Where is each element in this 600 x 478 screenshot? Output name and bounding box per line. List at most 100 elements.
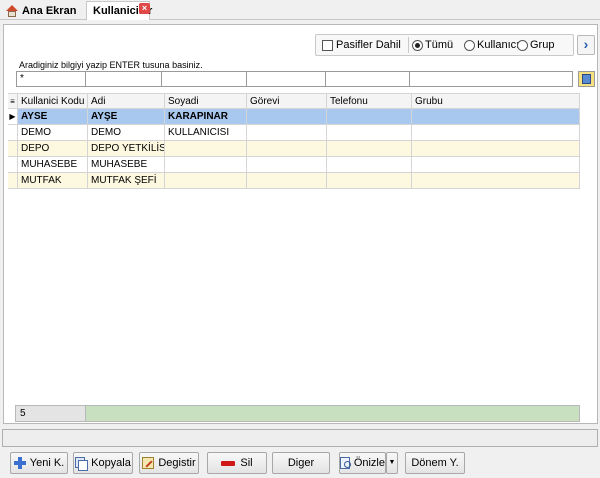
radio-icon[interactable] — [412, 39, 423, 51]
table-row[interactable]: DEMO DEMO KULLANICISI — [8, 125, 580, 141]
delete-label: Sil — [240, 457, 253, 469]
delete-icon — [221, 460, 236, 466]
cell-phone[interactable] — [327, 157, 412, 173]
preview-button[interactable]: Önizle — [339, 452, 386, 474]
new-user-button[interactable]: Yeni K. — [10, 452, 68, 474]
cell-name[interactable]: MUTFAK ŞEFİ — [88, 173, 165, 189]
cell-surname[interactable]: KULLANICISI — [165, 125, 247, 141]
row-indicator — [8, 173, 18, 189]
column-header[interactable]: Soyadi — [165, 93, 247, 109]
filter-settings-icon[interactable] — [578, 71, 595, 87]
preview-label: Önizle — [353, 457, 385, 469]
tab-home[interactable]: Ana Ekran — [2, 1, 84, 20]
row-indicator — [8, 157, 18, 173]
cell-phone[interactable] — [327, 141, 412, 157]
next-arrow-button[interactable]: › — [577, 35, 595, 55]
preview-dropdown-icon[interactable]: ▼ — [386, 452, 398, 474]
plus-icon — [13, 457, 26, 469]
column-header[interactable]: Görevi — [247, 93, 327, 109]
record-count: 5 — [16, 406, 86, 421]
cell-name[interactable]: DEPO YETKİLİSİ — [88, 141, 165, 157]
cell-group[interactable] — [412, 173, 580, 189]
cell-surname[interactable] — [165, 173, 247, 189]
cell-group[interactable] — [412, 109, 580, 125]
filter-phone-input[interactable] — [325, 71, 410, 87]
users-panel: Pasifler Dahil Tümü Kullanıcı Grup › Ara… — [3, 24, 598, 424]
cell-group[interactable] — [412, 125, 580, 141]
period-label: Dönem Y. — [411, 457, 459, 469]
delete-button[interactable]: Sil — [207, 452, 267, 474]
cell-phone[interactable] — [327, 109, 412, 125]
cell-surname[interactable] — [165, 141, 247, 157]
column-header[interactable]: Kullanici Kodu — [18, 93, 88, 109]
status-bar — [2, 429, 598, 447]
radio-all-label: Tümü — [425, 39, 454, 51]
filter-code-input[interactable]: * — [16, 71, 86, 87]
grid-footer: 5 — [15, 405, 580, 422]
tab-home-label: Ana Ekran — [22, 4, 77, 17]
filter-options: Pasifler Dahil Tümü Kullanıcı Grup — [315, 34, 574, 56]
cell-surname[interactable] — [165, 157, 247, 173]
filter-duty-input[interactable] — [246, 71, 326, 87]
search-hint: Aradiginiz bilgiyi yazip ENTER tusuna ba… — [19, 60, 203, 70]
cell-duty[interactable] — [247, 173, 327, 189]
cell-duty[interactable] — [247, 141, 327, 157]
filter-group-input[interactable] — [409, 71, 573, 87]
cell-surname[interactable]: KARAPINAR — [165, 109, 247, 125]
cell-duty[interactable] — [247, 157, 327, 173]
cell-name[interactable]: AYŞE — [88, 109, 165, 125]
column-menu-icon[interactable]: ≡ — [8, 93, 18, 109]
column-header[interactable]: Adi — [88, 93, 165, 109]
radio-group-label: Grup — [530, 39, 555, 51]
cell-name[interactable]: DEMO — [88, 125, 165, 141]
copy-icon — [75, 457, 89, 471]
filter-name-input[interactable] — [85, 71, 162, 87]
cell-code[interactable]: MUTFAK — [18, 173, 88, 189]
footer-bar — [86, 406, 579, 421]
column-header[interactable]: Telefonu — [327, 93, 412, 109]
cell-phone[interactable] — [327, 125, 412, 141]
home-icon — [6, 4, 18, 17]
cell-code[interactable]: DEPO — [18, 141, 88, 157]
copy-button[interactable]: Kopyala — [73, 452, 133, 474]
cell-duty[interactable] — [247, 125, 327, 141]
copy-label: Kopyala — [91, 457, 131, 469]
close-tab-icon[interactable]: × — [139, 3, 150, 14]
radio-user-label: Kullanıcı — [477, 39, 520, 51]
table-row[interactable]: MUHASEBE MUHASEBE — [8, 157, 580, 173]
cell-code[interactable]: DEMO — [18, 125, 88, 141]
radio-user[interactable]: Kullanıcı — [464, 39, 519, 51]
table-row[interactable]: MUTFAK MUTFAK ŞEFİ — [8, 173, 580, 189]
filter-surname-input[interactable] — [161, 71, 247, 87]
divider — [408, 37, 409, 53]
other-button[interactable]: Diger — [272, 452, 330, 474]
cell-phone[interactable] — [327, 173, 412, 189]
column-header[interactable]: Grubu — [412, 93, 580, 109]
radio-all[interactable]: Tümü — [412, 39, 453, 51]
radio-group[interactable]: Grup — [517, 39, 554, 51]
cell-group[interactable] — [412, 157, 580, 173]
table-row[interactable]: DEPO DEPO YETKİLİSİ — [8, 141, 580, 157]
cell-code[interactable]: MUHASEBE — [18, 157, 88, 173]
cell-code[interactable]: AYSE — [18, 109, 88, 125]
preview-icon — [340, 457, 351, 469]
table-row[interactable]: ▶ AYSE AYŞE KARAPINAR — [8, 109, 580, 125]
period-button[interactable]: Dönem Y. — [405, 452, 465, 474]
cell-name[interactable]: MUHASEBE — [88, 157, 165, 173]
radio-icon[interactable] — [464, 39, 475, 51]
edit-icon — [142, 457, 155, 469]
row-indicator — [8, 125, 18, 141]
radio-icon[interactable] — [517, 39, 528, 51]
passive-label: Pasifler Dahil — [336, 39, 401, 51]
passive-checkbox[interactable]: Pasifler Dahil — [322, 39, 401, 51]
other-label: Diger — [287, 457, 315, 469]
cell-duty[interactable] — [247, 109, 327, 125]
edit-button[interactable]: Degistir — [139, 452, 199, 474]
bottom-toolbar: Yeni K. Kopyala Degistir Sil Diger Önizl… — [0, 452, 600, 476]
checkbox-icon[interactable] — [322, 39, 333, 51]
cell-group[interactable] — [412, 141, 580, 157]
row-indicator-icon: ▶ — [8, 109, 18, 125]
grid-header: ≡ Kullanici Kodu Adi Soyadi Görevi Telef… — [8, 93, 580, 109]
tab-bar: Ana Ekran Kullanicilar × — [0, 0, 600, 20]
new-user-label: Yeni K. — [29, 457, 65, 469]
